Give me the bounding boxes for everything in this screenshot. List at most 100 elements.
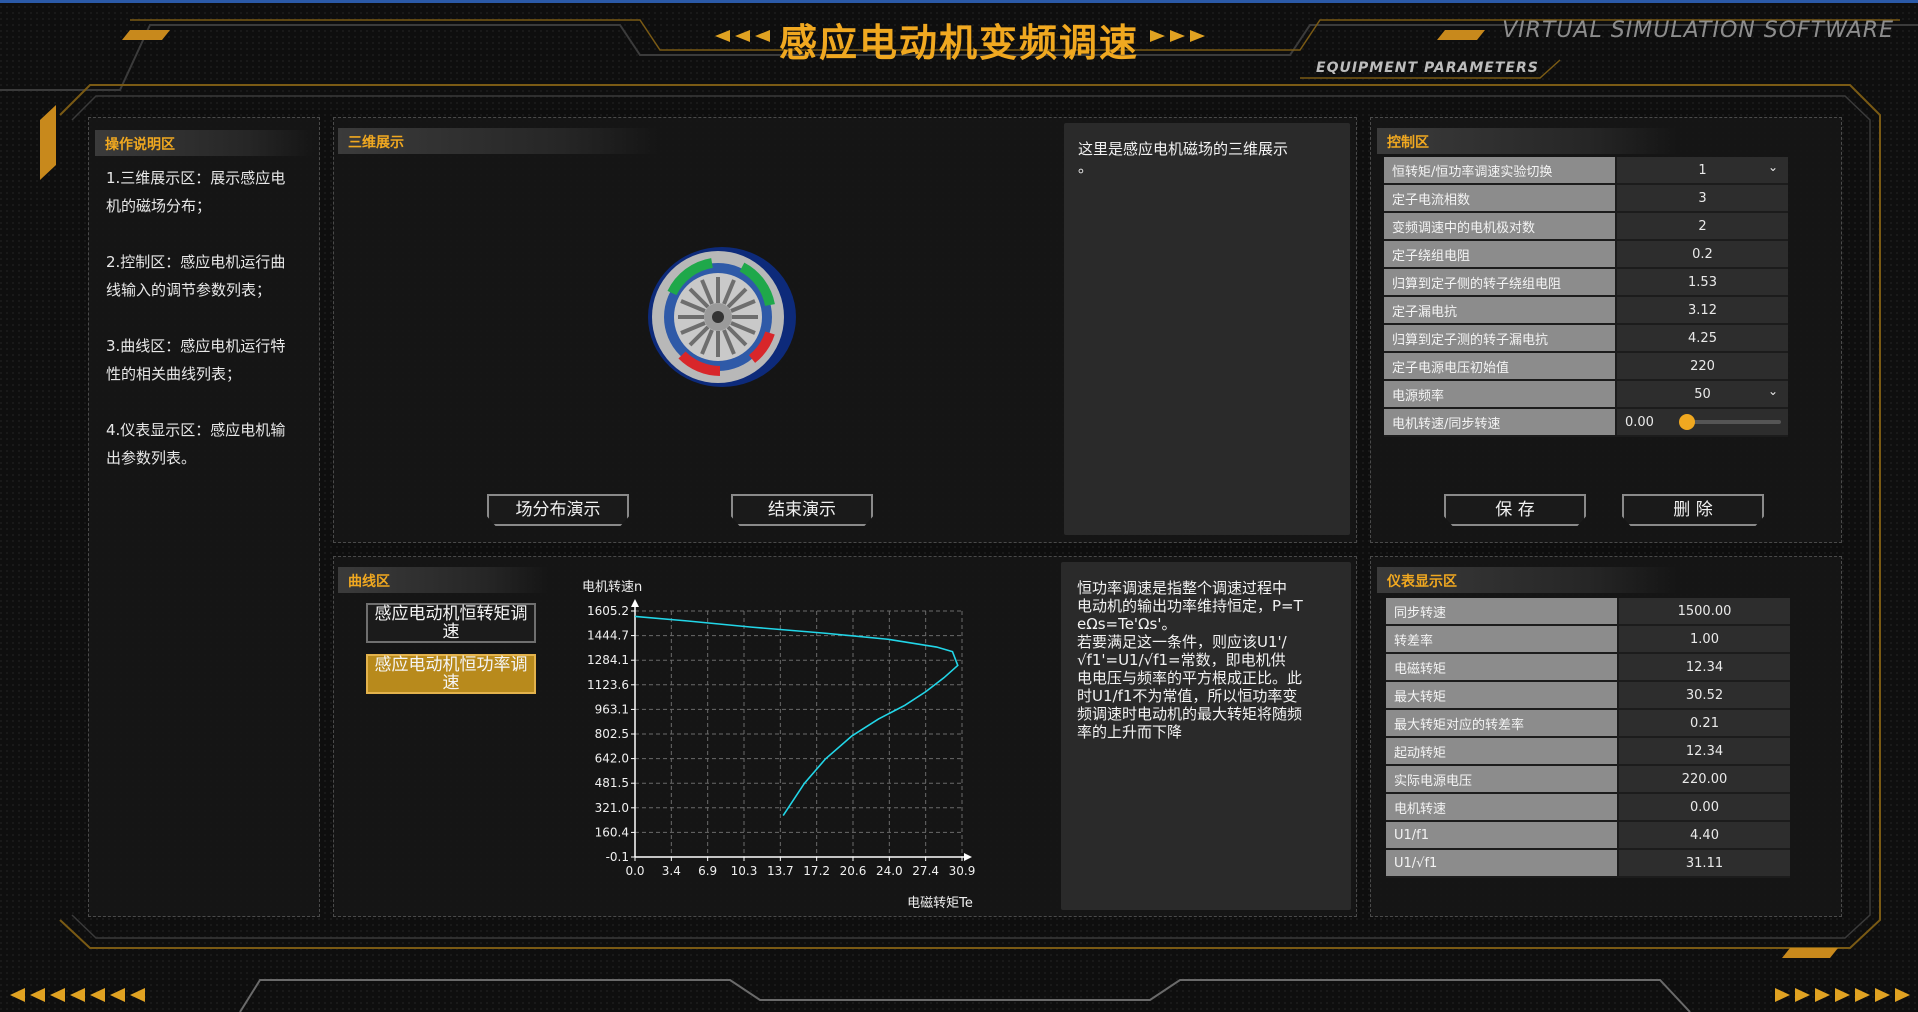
initial-voltage-field[interactable]: 220: [1615, 352, 1788, 381]
table-row: 最大转矩 30.52: [1386, 681, 1790, 710]
y-tick-label: 642.0: [595, 752, 629, 766]
x-tick-label: 3.4: [662, 864, 681, 878]
meter-panel: 仪表显示区 同步转速 1500.00 转差率 1.00 电磁转矩 12.34 最大转矩…: [1370, 556, 1842, 917]
y-tick-label: -0.1: [606, 850, 629, 864]
table-row: 归算到定子侧的转子绕组电阻 1.53: [1384, 268, 1788, 297]
view3d-title: 三维展示: [338, 128, 658, 154]
table-row: 最大转矩对应的转差率 0.21: [1386, 709, 1790, 738]
meter-label: 最大转矩: [1386, 681, 1618, 710]
view3d-panel: 三维展示 场分布演示 结束演示 这里是感应电机磁场的三维展示 。: [333, 117, 1357, 543]
instructions-title: 操作说明区: [95, 130, 313, 156]
mode-select[interactable]: 1 ⌄: [1615, 157, 1788, 185]
tab-constant-power[interactable]: 感应电动机恒功率调速: [366, 654, 536, 694]
meter-label: 电机转速: [1386, 793, 1618, 822]
x-tick-label: 17.2: [803, 864, 830, 878]
chevron-down-icon[interactable]: ⌄: [1768, 384, 1778, 398]
curve-panel: 曲线区 感应电动机恒转矩调速 感应电动机恒功率调速 0.0 3.4 6.9 10.3 1…: [333, 556, 1357, 917]
speed-ratio-control: 0.00: [1615, 408, 1788, 437]
phase-count-field[interactable]: 3: [1615, 184, 1788, 213]
curve-description-box: 恒功率调速是指整个调速过程中 电动机的输出功率维持恒定，P=T eΩs=Te'Ω…: [1061, 562, 1351, 910]
rotor-reactance-field[interactable]: 4.25: [1615, 324, 1788, 353]
table-row: 电源频率 50 ⌄: [1384, 380, 1788, 409]
instruction-item: 1.三维展示区：展示感应电 机的磁场分布；: [106, 169, 286, 215]
table-row: 电机转速 0.00: [1386, 793, 1790, 822]
speed-ratio-value: 0.00: [1625, 414, 1654, 430]
speed-ratio-slider-track[interactable]: [1687, 420, 1781, 424]
meter-label: U1/f1: [1386, 821, 1618, 850]
chevron-down-icon[interactable]: ⌄: [1768, 160, 1778, 174]
meter-value: 30.52: [1617, 681, 1790, 710]
instruction-item: 3.曲线区：感应电机运行特 性的相关曲线列表；: [106, 337, 286, 383]
table-row: 变频调速中的电机极对数 2: [1384, 212, 1788, 241]
stator-reactance-field[interactable]: 3.12: [1615, 296, 1788, 325]
meter-label: 实际电源电压: [1386, 765, 1618, 794]
meter-label: U1/√f1: [1386, 849, 1618, 878]
instruction-item: 4.仪表显示区：感应电机输 出参数列表。: [106, 421, 286, 467]
x-tick-label: 10.3: [731, 864, 758, 878]
x-axis-arrow: [964, 853, 972, 861]
meter-value: 12.34: [1617, 653, 1790, 682]
meter-value: 0.00: [1617, 793, 1790, 822]
delete-button[interactable]: 删 除: [1622, 494, 1764, 526]
view3d-description: 这里是感应电机磁场的三维展示 。: [1078, 140, 1289, 176]
motor-3d-model[interactable]: [642, 243, 798, 393]
table-row: 起动转矩 12.34: [1386, 737, 1790, 766]
control-label: 变频调速中的电机极对数: [1384, 212, 1616, 241]
x-tick-label: 24.0: [876, 864, 903, 878]
x-tick-label: 20.6: [840, 864, 867, 878]
stator-resistance-field[interactable]: 0.2: [1615, 240, 1788, 269]
tab-constant-torque[interactable]: 感应电动机恒转矩调速: [366, 603, 536, 643]
speed-ratio-slider-handle[interactable]: [1679, 414, 1695, 430]
meter-value: 31.11: [1617, 849, 1790, 878]
control-panel: 控制区 恒转矩/恒功率调速实验切换 1 ⌄ 定子电流相数 3 变频调速中的电机极对…: [1370, 117, 1842, 543]
meter-value: 220.00: [1617, 765, 1790, 794]
control-label: 定子电流相数: [1384, 184, 1616, 213]
table-row: 定子漏电抗 3.12: [1384, 296, 1788, 325]
control-label: 归算到定子侧的转子绕组电阻: [1384, 268, 1616, 297]
control-label: 电机转速/同步转速: [1384, 408, 1616, 437]
control-label: 电源频率: [1384, 380, 1616, 409]
meter-label: 同步转速: [1386, 598, 1618, 626]
control-label: 归算到定子测的转子漏电抗: [1384, 324, 1616, 353]
view3d-description-box: 这里是感应电机磁场的三维展示 。: [1064, 123, 1350, 535]
control-title: 控制区: [1377, 128, 1677, 154]
x-tick-label: 0.0: [625, 864, 644, 878]
meter-label: 电磁转矩: [1386, 653, 1618, 682]
y-axis-label: 电机转速n: [582, 580, 642, 595]
x-tick-label: 13.7: [767, 864, 794, 878]
control-table: 恒转矩/恒功率调速实验切换 1 ⌄ 定子电流相数 3 变频调速中的电机极对数 2 …: [1384, 157, 1788, 437]
x-axis-label: 电磁转矩Te: [907, 896, 973, 911]
table-row: 定子绕组电阻 0.2: [1384, 240, 1788, 269]
instruction-item: 2.控制区：感应电机运行曲 线输入的调节参数列表；: [106, 253, 286, 299]
meter-table: 同步转速 1500.00 转差率 1.00 电磁转矩 12.34 最大转矩 30.52 …: [1386, 598, 1790, 878]
table-row: U1/f1 4.40: [1386, 821, 1790, 850]
frequency-select[interactable]: 50 ⌄: [1615, 380, 1788, 409]
control-label: 定子绕组电阻: [1384, 240, 1616, 269]
meter-title: 仪表显示区: [1377, 567, 1677, 593]
y-tick-label: 1123.6: [587, 678, 629, 692]
table-row: 实际电源电压 220.00: [1386, 765, 1790, 794]
control-label: 定子电源电压初始值: [1384, 352, 1616, 381]
y-tick-label: 160.4: [595, 825, 629, 839]
meter-value: 1.00: [1617, 625, 1790, 654]
x-tick-label: 6.9: [698, 864, 717, 878]
meter-value: 12.34: [1617, 737, 1790, 766]
save-button[interactable]: 保 存: [1444, 494, 1586, 526]
header-subtitle: EQUIPMENT PARAMETERS: [1316, 60, 1539, 76]
end-demo-button[interactable]: 结束演示: [731, 494, 873, 526]
meter-label: 转差率: [1386, 625, 1618, 654]
control-label: 恒转矩/恒功率调速实验切换: [1384, 157, 1616, 185]
curve-description: 恒功率调速是指整个调速过程中 电动机的输出功率维持恒定，P=T eΩs=Te'Ω…: [1077, 579, 1303, 741]
y-tick-label: 481.5: [595, 776, 629, 790]
x-tick-label: 30.9: [949, 864, 976, 878]
meter-value: 4.40: [1617, 821, 1790, 850]
y-tick-label: 1444.7: [587, 629, 629, 643]
rotor-resistance-field[interactable]: 1.53: [1615, 268, 1788, 297]
series-line: [634, 615, 959, 817]
field-demo-button[interactable]: 场分布演示: [487, 494, 629, 526]
control-label: 定子漏电抗: [1384, 296, 1616, 325]
table-row: 电磁转矩 12.34: [1386, 653, 1790, 682]
pole-pairs-field[interactable]: 2: [1615, 212, 1788, 241]
table-row: 电机转速/同步转速 0.00: [1384, 408, 1788, 437]
software-name: VIRTUAL SIMULATION SOFTWARE: [1502, 18, 1894, 43]
